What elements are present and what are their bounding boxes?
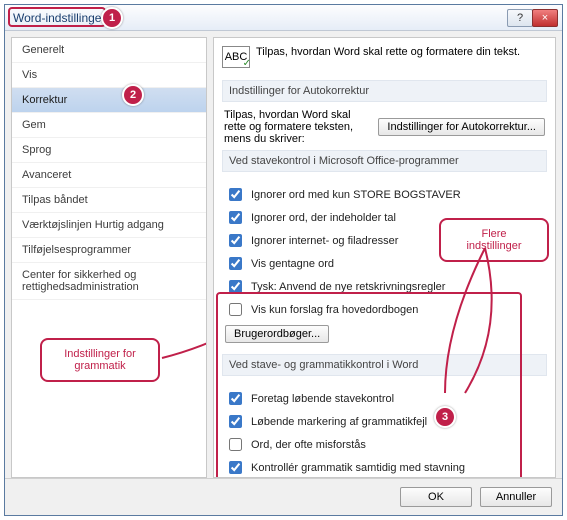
help-button[interactable]: ? bbox=[507, 9, 533, 27]
annotation-callout-grammar: Indstillinger for grammatik bbox=[40, 338, 160, 382]
ck-ignore-uppercase[interactable]: Ignorer ord med kun STORE BOGSTAVER bbox=[225, 183, 544, 206]
autokorrektur-desc: Tilpas, hvordan Word skal rette og forma… bbox=[224, 109, 372, 145]
sidebar-item-sprog[interactable]: Sprog bbox=[12, 138, 206, 163]
content-pane: ABC Tilpas, hvordan Word skal rette og f… bbox=[213, 37, 556, 478]
section-autokorrektur-heading: Indstillinger for Autokorrektur bbox=[222, 80, 547, 102]
sidebar-item-tilpas-baandet[interactable]: Tilpas båndet bbox=[12, 188, 206, 213]
dialog-footer: OK Annuller bbox=[5, 478, 562, 515]
close-button[interactable]: × bbox=[532, 9, 558, 27]
intro-text: Tilpas, hvordan Word skal rette og forma… bbox=[256, 46, 520, 58]
sidebar-item-generelt[interactable]: Generelt bbox=[12, 38, 206, 63]
autokorrektur-settings-button[interactable]: Indstillinger for Autokorrektur... bbox=[378, 118, 545, 136]
sidebar-nav: Generelt Vis Korrektur Gem Sprog Avancer… bbox=[11, 37, 207, 478]
sidebar-item-gem[interactable]: Gem bbox=[12, 113, 206, 138]
sidebar-item-hurtig-adgang[interactable]: Værktøjslinjen Hurtig adgang bbox=[12, 213, 206, 238]
sidebar-item-avanceret[interactable]: Avanceret bbox=[12, 163, 206, 188]
section-stave-office-heading: Ved stavekontrol i Microsoft Office-prog… bbox=[222, 150, 547, 172]
sidebar-item-addins[interactable]: Tilføjelsesprogrammer bbox=[12, 238, 206, 263]
word-options-dialog: Word-indstillinger ? × 1 Generelt Vis Ko… bbox=[4, 4, 563, 516]
sidebar-item-vis[interactable]: Vis bbox=[12, 63, 206, 88]
annotation-ring-grammar bbox=[216, 292, 522, 478]
dialog-title: Word-indstillinger bbox=[13, 11, 105, 25]
annotation-callout-more: Flere indstillinger bbox=[439, 218, 549, 262]
proofing-icon: ABC bbox=[222, 46, 250, 68]
sidebar-item-korrektur[interactable]: Korrektur bbox=[12, 88, 206, 113]
titlebar: Word-indstillinger ? × 1 bbox=[5, 5, 562, 31]
cancel-button[interactable]: Annuller bbox=[480, 487, 552, 507]
ok-button[interactable]: OK bbox=[400, 487, 472, 507]
sidebar-item-trust-center[interactable]: Center for sikkerhed og rettighedsadmini… bbox=[12, 263, 206, 300]
